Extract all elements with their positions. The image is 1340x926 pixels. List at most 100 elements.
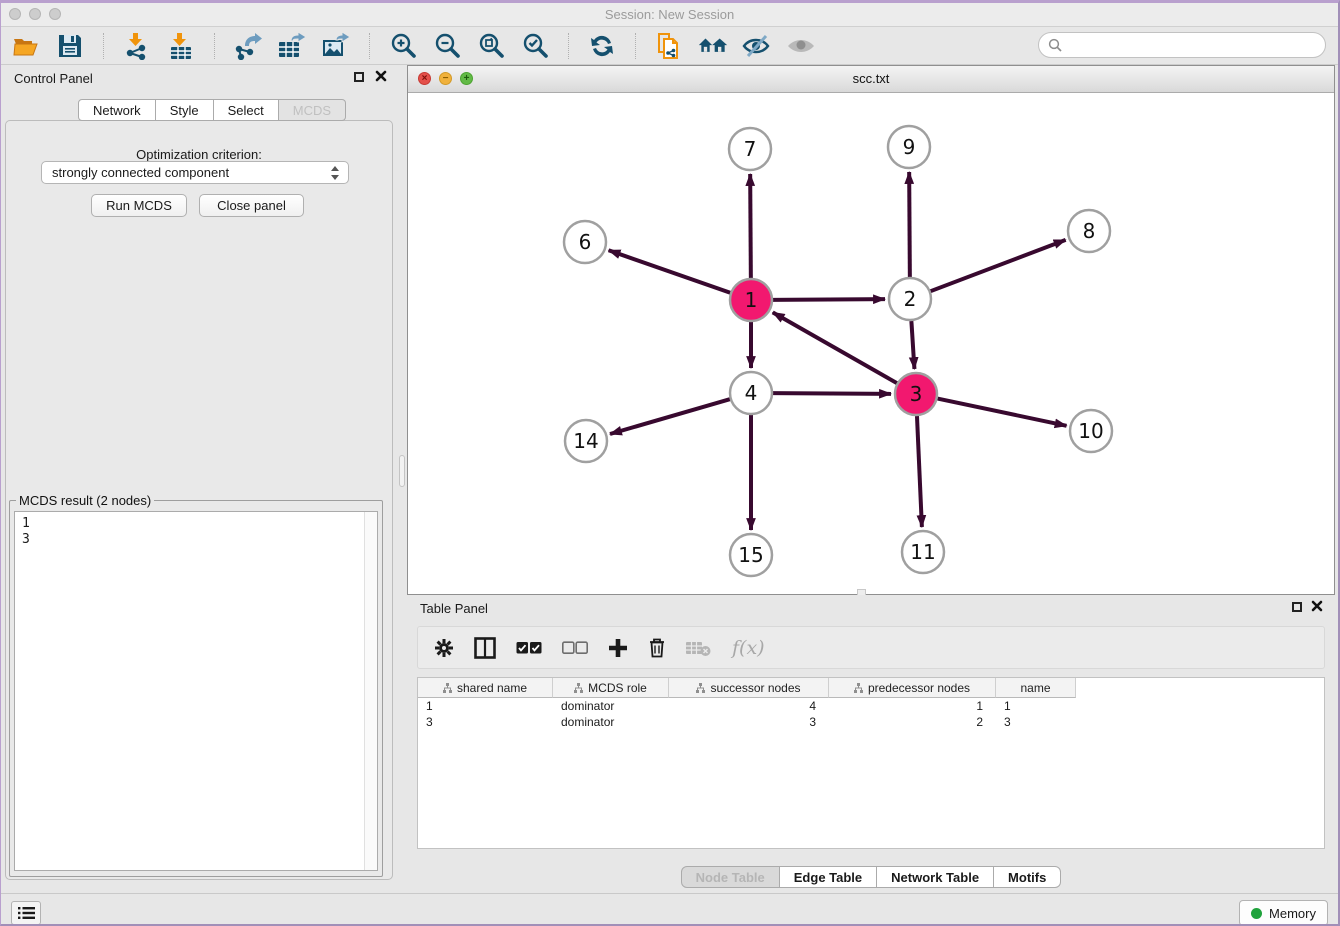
column-header-MCDS-role[interactable]: MCDS role xyxy=(553,678,669,698)
toolbar-separator xyxy=(568,33,569,59)
node-9[interactable]: 9 xyxy=(888,126,930,168)
edge-3-10[interactable] xyxy=(938,399,1067,426)
table-cell[interactable]: 3 xyxy=(669,714,829,730)
shared-column-icon xyxy=(574,683,583,693)
mcds-result-textarea[interactable]: 1 3 xyxy=(14,511,378,871)
edge-2-9[interactable] xyxy=(909,172,910,277)
table-row[interactable]: 1dominator411 xyxy=(418,698,1324,714)
export-network-icon[interactable] xyxy=(233,31,263,61)
edge-2-3[interactable] xyxy=(911,321,914,369)
table-cell[interactable]: 3 xyxy=(996,714,1076,730)
column-header-predecessor-nodes[interactable]: predecessor nodes xyxy=(829,678,996,698)
table-row[interactable]: 3dominator323 xyxy=(418,714,1324,730)
column-header-shared-name[interactable]: shared name xyxy=(418,678,553,698)
memory-button[interactable]: Memory xyxy=(1239,900,1328,926)
network-canvas[interactable]: 1 2 3 4 6 7 8 9 10 11 14 15 xyxy=(408,93,1334,594)
toolbar-separator xyxy=(369,33,370,59)
node-1[interactable]: 1 xyxy=(730,279,772,321)
table-cell[interactable]: 1 xyxy=(418,698,553,714)
show-all-eye-icon xyxy=(786,31,816,61)
tab-network[interactable]: Network xyxy=(78,99,156,121)
edge-1-7[interactable] xyxy=(750,174,751,278)
mcds-result-title: MCDS result (2 nodes) xyxy=(16,493,154,508)
tab-edge-table[interactable]: Edge Table xyxy=(780,866,877,888)
title-bar: Session: New Session xyxy=(1,3,1338,27)
import-network-icon[interactable] xyxy=(122,31,152,61)
export-table-icon[interactable] xyxy=(277,31,307,61)
vertical-splitter-handle[interactable] xyxy=(399,455,405,487)
node-2[interactable]: 2 xyxy=(889,278,931,320)
close-panel-icon[interactable] xyxy=(375,70,387,84)
optimization-criterion-dropdown[interactable]: strongly connected component xyxy=(41,161,349,184)
network-window-titlebar[interactable]: × − + scc.txt xyxy=(408,66,1334,93)
search-field[interactable] xyxy=(1038,32,1326,58)
save-session-icon[interactable] xyxy=(55,31,85,61)
select-all-checkboxes-icon[interactable] xyxy=(516,641,542,655)
table-cell[interactable]: 2 xyxy=(829,714,996,730)
node-8[interactable]: 8 xyxy=(1068,210,1110,252)
node-6[interactable]: 6 xyxy=(564,221,606,263)
copy-network-icon[interactable] xyxy=(654,31,684,61)
add-column-plus-icon[interactable] xyxy=(608,638,628,658)
open-session-icon[interactable] xyxy=(11,31,41,61)
edge-2-8[interactable] xyxy=(931,240,1066,291)
table-cell[interactable]: dominator xyxy=(553,698,669,714)
float-table-panel-icon[interactable] xyxy=(1292,602,1302,612)
shared-column-icon xyxy=(854,683,863,693)
run-mcds-button[interactable]: Run MCDS xyxy=(91,194,187,217)
node-15[interactable]: 15 xyxy=(730,534,772,576)
edge-1-6[interactable] xyxy=(609,250,731,292)
table-cell[interactable]: 1 xyxy=(829,698,996,714)
zoom-selected-icon[interactable] xyxy=(520,31,550,61)
search-input[interactable] xyxy=(1067,35,1325,55)
window-title: Session: New Session xyxy=(1,7,1338,22)
float-panel-icon[interactable] xyxy=(354,72,364,82)
hide-selected-eye-icon[interactable] xyxy=(742,31,772,61)
zoom-fit-icon[interactable] xyxy=(476,31,506,61)
zoom-in-icon[interactable] xyxy=(388,31,418,61)
home-layout-icon[interactable] xyxy=(698,31,728,61)
table-cell[interactable]: 3 xyxy=(418,714,553,730)
node-table[interactable]: shared nameMCDS rolesuccessor nodesprede… xyxy=(417,677,1325,849)
refresh-view-icon[interactable] xyxy=(587,31,617,61)
tab-style[interactable]: Style xyxy=(156,99,214,121)
node-10[interactable]: 10 xyxy=(1070,410,1112,452)
mcds-result-scrollbar[interactable] xyxy=(364,512,377,870)
edge-3-11[interactable] xyxy=(917,416,922,527)
table-cell[interactable]: dominator xyxy=(553,714,669,730)
tab-select[interactable]: Select xyxy=(214,99,279,121)
zoom-out-icon[interactable] xyxy=(432,31,462,61)
table-cell[interactable]: 1 xyxy=(996,698,1076,714)
column-header-name[interactable]: name xyxy=(996,678,1076,698)
svg-text:11: 11 xyxy=(910,540,935,564)
tab-node-table[interactable]: Node Table xyxy=(681,866,780,888)
delete-column-trash-icon[interactable] xyxy=(648,637,666,658)
node-3[interactable]: 3 xyxy=(895,373,937,415)
close-panel-button[interactable]: Close panel xyxy=(199,194,304,217)
column-header-successor-nodes[interactable]: successor nodes xyxy=(669,678,829,698)
table-cell[interactable]: 4 xyxy=(669,698,829,714)
svg-text:8: 8 xyxy=(1083,219,1096,243)
close-table-panel-icon[interactable] xyxy=(1311,600,1323,614)
list-icon xyxy=(18,906,35,920)
edge-4-14[interactable] xyxy=(610,399,730,434)
import-table-icon[interactable] xyxy=(166,31,196,61)
deselect-all-checkboxes-icon[interactable] xyxy=(562,641,588,655)
node-14[interactable]: 14 xyxy=(565,420,607,462)
tab-network-table[interactable]: Network Table xyxy=(877,866,994,888)
table-settings-gear-icon[interactable] xyxy=(434,638,454,658)
node-4[interactable]: 4 xyxy=(730,372,772,414)
task-history-button[interactable] xyxy=(11,901,41,925)
node-7[interactable]: 7 xyxy=(729,128,771,170)
edge-4-3[interactable] xyxy=(773,393,891,394)
svg-text:14: 14 xyxy=(573,429,598,453)
table-toolbar: f(x) xyxy=(417,626,1325,669)
tab-motifs[interactable]: Motifs xyxy=(994,866,1061,888)
tab-mcds[interactable]: MCDS xyxy=(279,99,346,121)
show-columns-icon[interactable] xyxy=(474,637,496,659)
network-graph[interactable]: 1 2 3 4 6 7 8 9 10 11 14 15 xyxy=(408,93,1334,594)
node-11[interactable]: 11 xyxy=(902,531,944,573)
edge-1-2[interactable] xyxy=(773,299,885,300)
edge-3-1[interactable] xyxy=(773,312,897,383)
export-image-icon[interactable] xyxy=(321,31,351,61)
